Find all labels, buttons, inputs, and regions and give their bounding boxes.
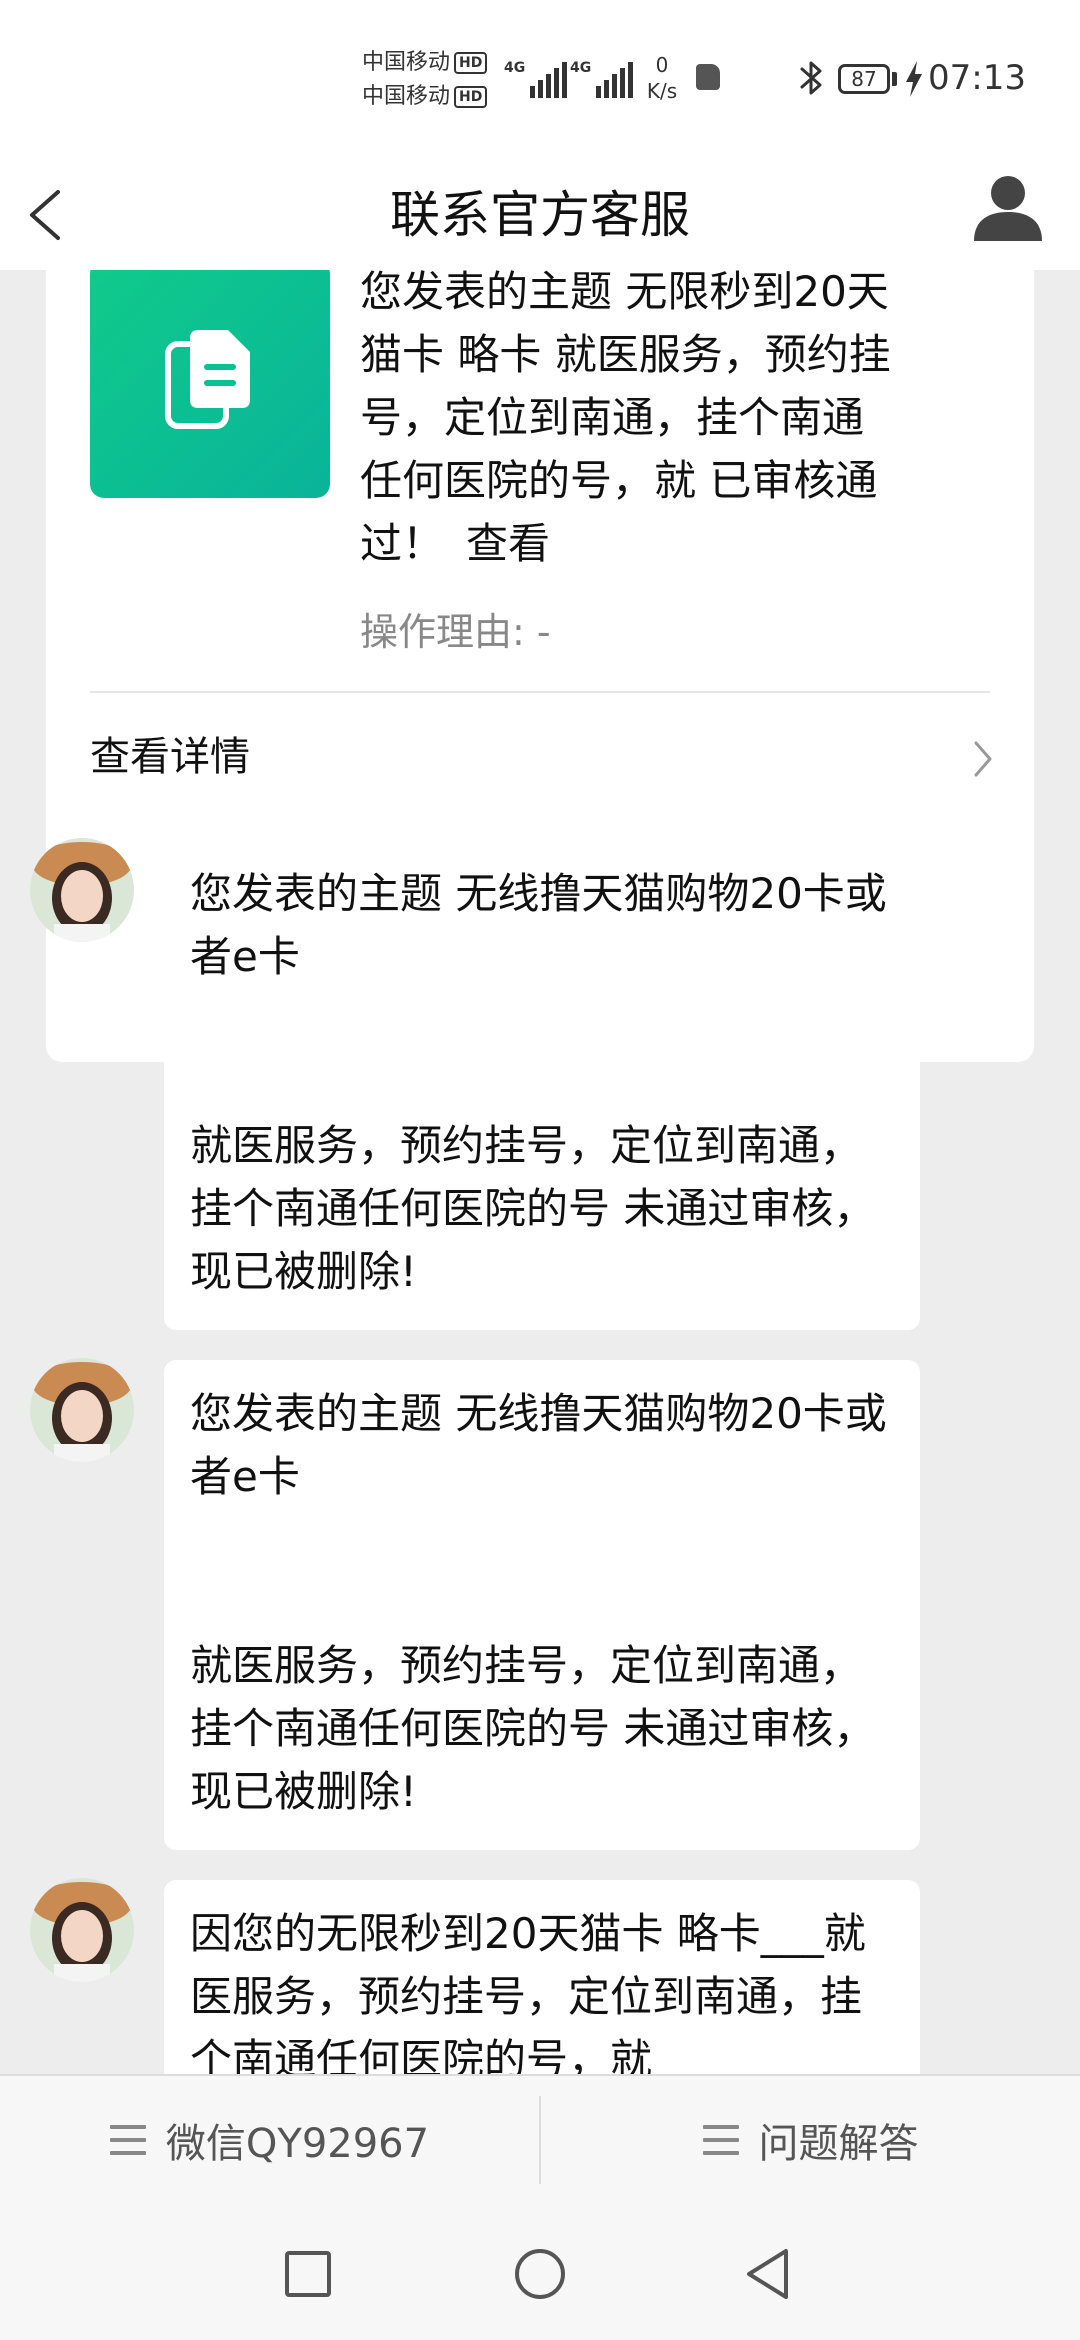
card-text-line-3: 号，定位到南通，挂个南通 [360,393,865,442]
service-avatar[interactable] [30,1878,134,1982]
message-2-paragraph-1: 您发表的主题 无线撸天猫购物20卡或者e卡 [190,1389,887,1501]
view-details-row[interactable]: 查看详情 [46,693,1034,823]
hd-badge-2: HD [454,86,488,108]
chat-message-list[interactable]: 您发表的主题 无限秒到20天 猫卡 略卡 就医服务，预约挂 号，定位到南通，挂个… [0,270,1080,2074]
card-text-line-4: 任何医院的号，就 已审核通 [360,456,878,505]
avatar-image [30,1878,134,1982]
carrier-1: 中国移动 HD [362,50,488,76]
square-icon [285,2251,331,2297]
card-text-line-1: 您发表的主题 无限秒到20天 [360,270,889,316]
battery-tip [892,72,897,86]
system-back-button[interactable] [730,2234,810,2314]
back-button[interactable] [20,170,80,260]
bottom-menu-bar: 微信QY92967 问题解答 [0,2074,1080,2204]
service-avatar[interactable] [30,838,134,942]
card-message: 您发表的主题 无限秒到20天 猫卡 略卡 就医服务，预约挂 号，定位到南通，挂个… [360,270,1020,575]
battery-icon: 87 [838,64,890,94]
battery-level: 87 [851,67,877,91]
card-thumbnail [90,270,330,498]
bluetooth-icon [800,61,822,95]
chevron-right-icon [974,741,992,777]
menu-icon [702,2123,739,2157]
network-type-2: 4G [570,60,592,76]
message-1-paragraph-1: 您发表的主题 无线撸天猫购物20卡或者e卡 [190,869,887,981]
avatar-image [30,1358,134,1462]
card-text-line-5-label: 过！ [360,519,445,568]
service-avatar[interactable] [30,1358,134,1462]
faq-menu-button[interactable]: 问题解答 [541,2076,1080,2204]
operation-reason: 操作理由: - [360,610,551,654]
profile-button[interactable] [968,165,1048,245]
user-icon [974,176,1042,241]
system-navigation-bar [0,2204,1080,2340]
message-bubble-1[interactable]: 您发表的主题 无线撸天猫购物20卡或者e卡 就医服务，预约挂号，定位到南通，挂个… [164,840,920,1330]
charging-icon [906,61,922,97]
view-link[interactable]: 查看 [466,519,550,568]
message-3-paragraph-1: 因您的无限秒到20天猫卡 略卡___就医服务，预约挂号，定位到南通，挂个南通任何… [190,1909,866,2074]
wechat-contact-menu-button[interactable]: 微信QY92967 [0,2076,539,2204]
chevron-left-icon [30,190,60,240]
carrier-2: 中国移动 HD [362,84,488,110]
triangle-back-icon [747,2249,788,2299]
wechat-contact-label: 微信QY92967 [165,2121,430,2167]
recent-apps-button[interactable] [268,2234,348,2314]
network-type-1: 4G [504,60,526,76]
message-bubble-3[interactable]: 因您的无限秒到20天猫卡 略卡___就医服务，预约挂号，定位到南通，挂个南通任何… [164,1880,920,2074]
card-text-line-2: 猫卡 略卡 就医服务，预约挂 [360,330,891,379]
network-speed-unit: K/s [646,79,678,103]
menu-icon [109,2123,146,2157]
avatar-image [30,838,134,942]
signal-strength-icon-1: 4G [504,58,568,98]
faq-label: 问题解答 [758,2121,919,2167]
hd-badge-1: HD [454,52,488,74]
network-speed-value: 0 [655,53,669,77]
message-1-paragraph-2: 就医服务，预约挂号，定位到南通，挂个南通任何医院的号 未通过审核，现已被删除! [190,1121,876,1296]
app-header: 联系官方客服 [0,160,1080,270]
circle-icon [515,2249,565,2299]
message-bubble-2[interactable]: 您发表的主题 无线撸天猫购物20卡或者e卡 就医服务，预约挂号，定位到南通，挂个… [164,1360,920,1850]
carrier-2-label: 中国移动 [362,84,451,109]
status-bar: 中国移动 HD 中国移动 HD 4G 4G 0 K/s 87 07:13 [0,0,1080,160]
status-time: 07:13 [928,58,1026,98]
home-button[interactable] [500,2234,580,2314]
view-details-label: 查看详情 [90,734,250,780]
page-title: 联系官方客服 [390,186,690,244]
carrier-1-label: 中国移动 [362,50,451,75]
document-icon [165,330,250,429]
sd-card-icon [696,64,720,90]
card-text-line-5: 过！ 查看 [360,512,1020,575]
message-2-paragraph-2: 就医服务，预约挂号，定位到南通，挂个南通任何医院的号 未通过审核，现已被删除! [190,1641,876,1816]
signal-strength-icon-2: 4G [570,58,634,98]
network-speed: 0 K/s [640,52,684,104]
